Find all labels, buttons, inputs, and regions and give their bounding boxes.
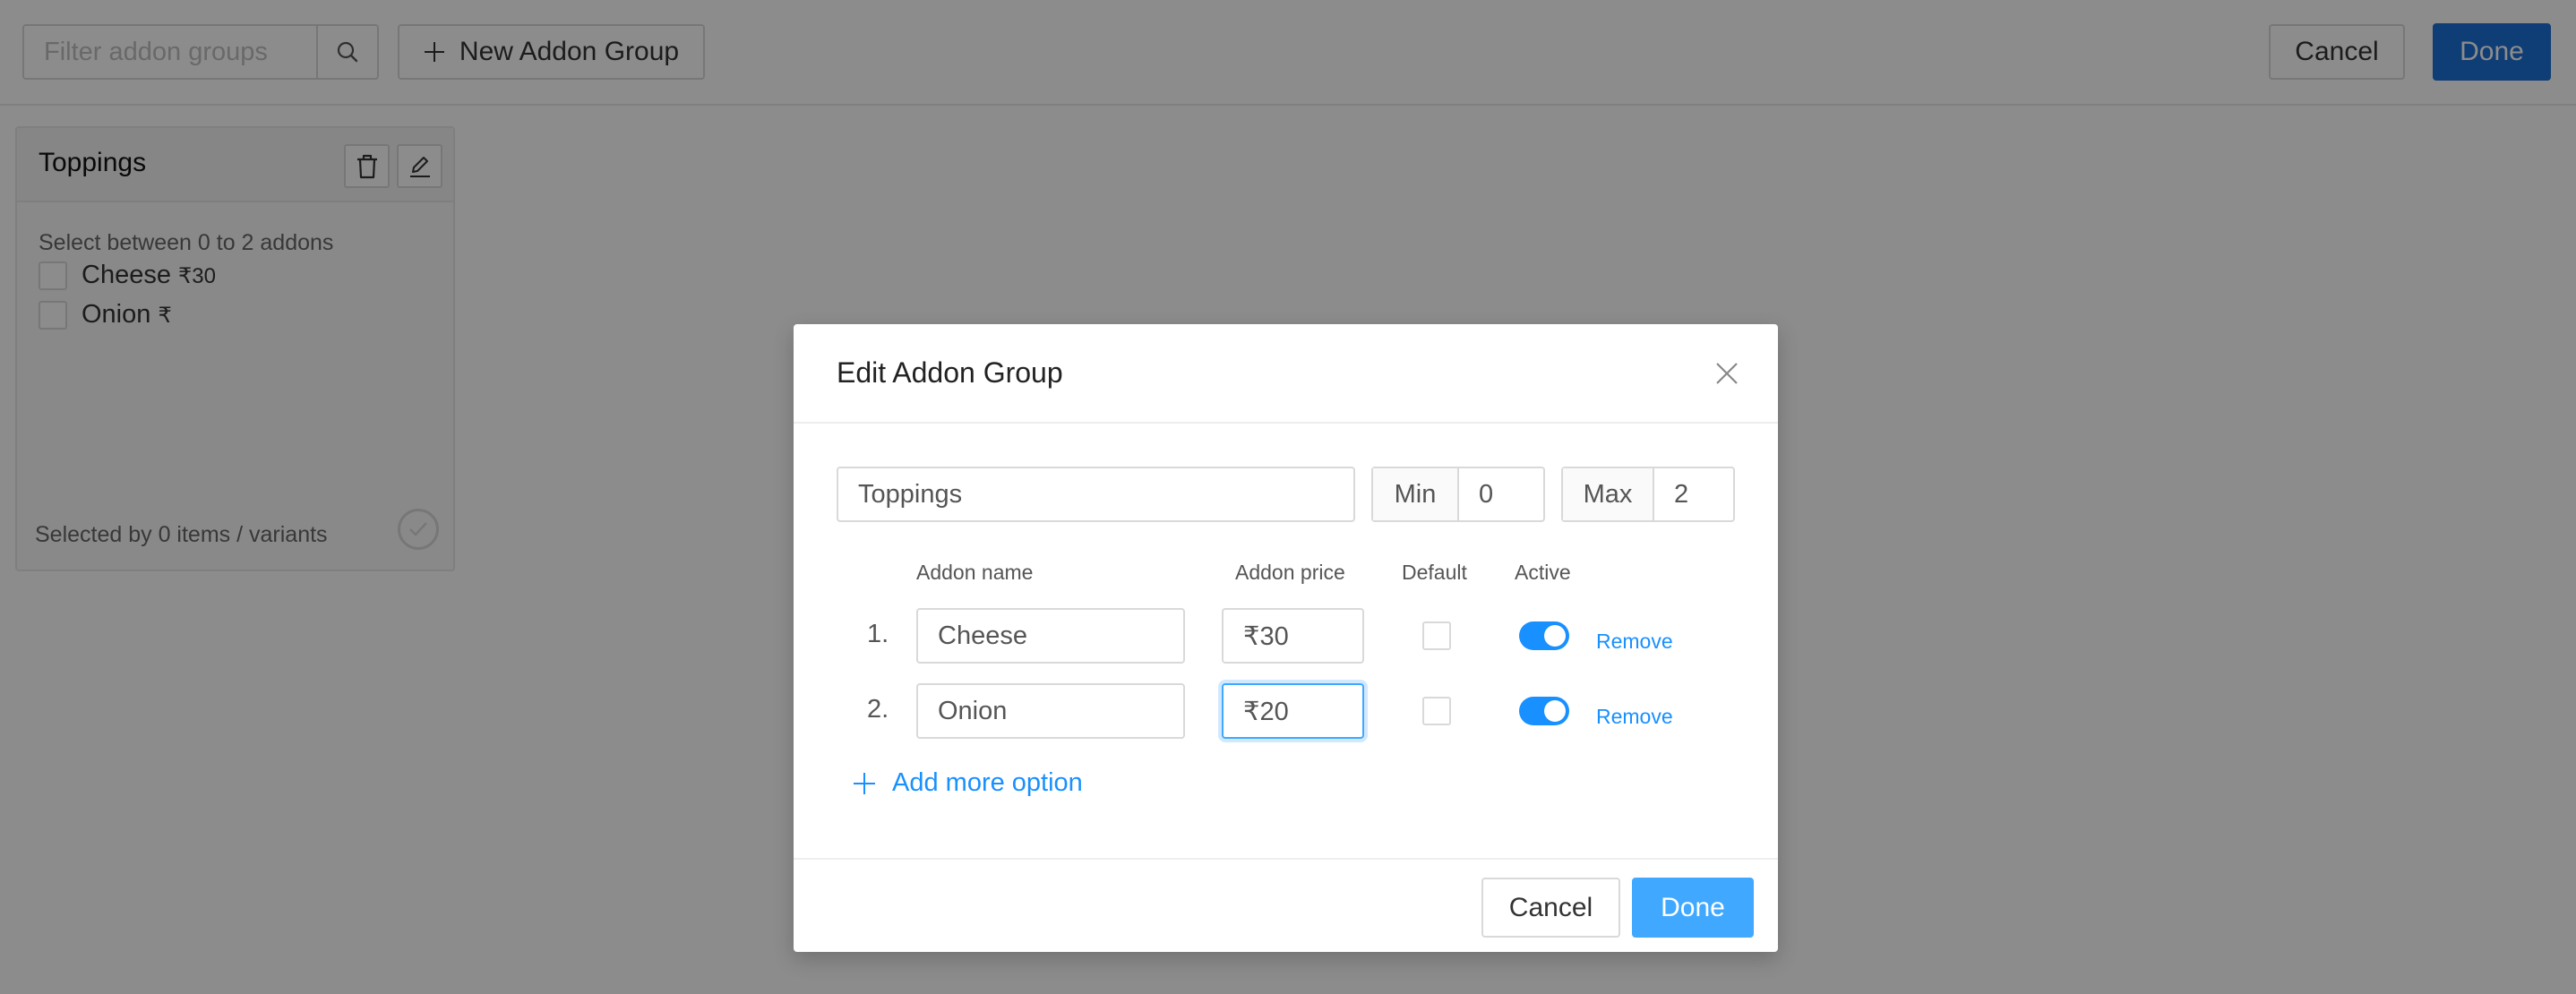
addon-name-field: [916, 608, 1185, 664]
toggle-knob: [1544, 700, 1566, 722]
edit-addon-group-modal: Edit Addon Group Min Max Addon name Addo…: [794, 324, 1778, 952]
max-field: Max: [1561, 467, 1735, 522]
group-name-field: [837, 467, 1355, 522]
addon-price-field: [1222, 683, 1364, 739]
addon-name-input[interactable]: [918, 610, 1183, 662]
column-addon-name: Addon name: [916, 561, 1034, 584]
modal-done-button[interactable]: Done: [1632, 878, 1754, 938]
toggle-knob: [1544, 625, 1566, 647]
modal-header: Edit Addon Group: [794, 324, 1778, 424]
row-number: 2.: [867, 695, 889, 724]
modal-cancel-button[interactable]: Cancel: [1481, 878, 1620, 938]
column-active: Active: [1515, 561, 1571, 584]
default-checkbox[interactable]: [1422, 697, 1451, 725]
remove-link[interactable]: Remove: [1596, 705, 1673, 729]
min-label: Min: [1373, 468, 1459, 520]
modal-footer-divider: [794, 858, 1778, 860]
addon-price-field: [1222, 608, 1364, 664]
max-label: Max: [1563, 468, 1654, 520]
close-button[interactable]: [1713, 360, 1740, 387]
column-addon-price: Addon price: [1235, 561, 1345, 584]
remove-link[interactable]: Remove: [1596, 630, 1673, 654]
modal-title: Edit Addon Group: [837, 356, 1063, 389]
addon-name-field: [916, 683, 1185, 739]
default-checkbox[interactable]: [1422, 621, 1451, 650]
addon-price-input[interactable]: [1224, 610, 1362, 662]
addon-name-input[interactable]: [918, 685, 1183, 737]
active-toggle[interactable]: [1519, 697, 1569, 725]
active-toggle[interactable]: [1519, 621, 1569, 650]
min-field: Min: [1371, 467, 1545, 522]
add-more-option-button[interactable]: Add more option: [853, 768, 1083, 798]
plus-icon: [854, 772, 875, 794]
add-more-option-label: Add more option: [892, 768, 1083, 797]
max-input[interactable]: [1654, 468, 1733, 520]
close-icon: [1716, 363, 1738, 384]
addon-price-input[interactable]: [1224, 685, 1362, 737]
row-number: 1.: [867, 620, 889, 648]
min-input[interactable]: [1459, 468, 1543, 520]
column-default: Default: [1402, 561, 1467, 584]
group-name-input[interactable]: [838, 468, 1353, 520]
